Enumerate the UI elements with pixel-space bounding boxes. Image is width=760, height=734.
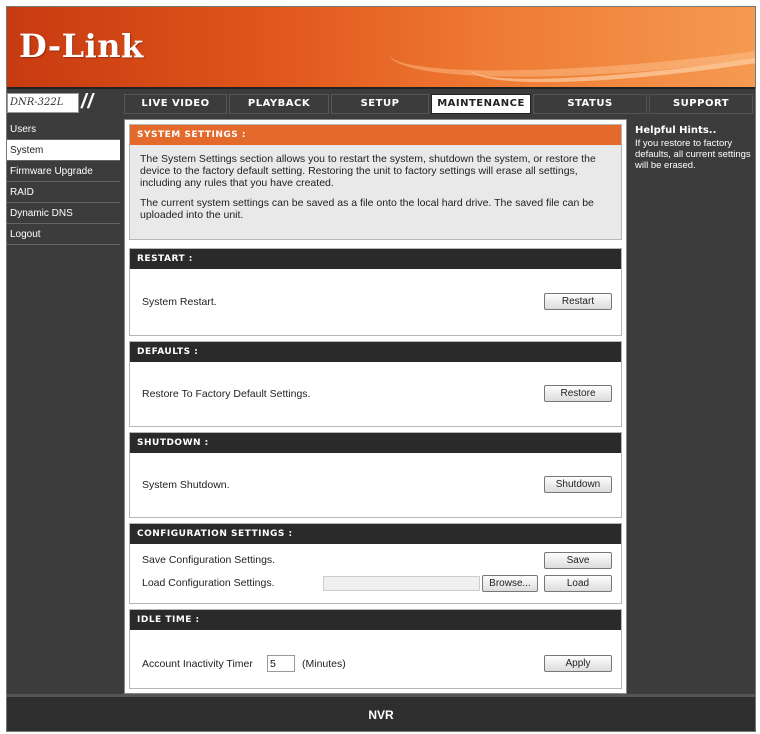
tab-live-video[interactable]: LIVE VIDEO: [124, 94, 227, 114]
section-title: RESTART :: [130, 249, 621, 269]
top-nav: DNR-322L // LIVE VIDEO PLAYBACK SETUP MA…: [7, 87, 755, 117]
restore-button[interactable]: Restore: [544, 385, 612, 402]
defaults-section: DEFAULTS : Restore To Factory Default Se…: [129, 341, 622, 427]
restore-defaults-label: Restore To Factory Default Settings.: [142, 388, 311, 400]
shutdown-label: System Shutdown.: [142, 479, 230, 491]
shutdown-section: SHUTDOWN : System Shutdown. Shutdown: [129, 432, 622, 518]
slash-decoration-icon: //: [81, 91, 95, 113]
model-badge: DNR-322L: [7, 93, 79, 113]
section-title: SHUTDOWN :: [130, 433, 621, 453]
sidebar-item-system[interactable]: System: [7, 140, 120, 161]
intro-paragraph: The System Settings section allows you t…: [140, 153, 596, 189]
restart-button[interactable]: Restart: [544, 293, 612, 310]
hints-title: Helpful Hints..: [635, 125, 717, 136]
inactivity-timer-input[interactable]: 5: [267, 655, 295, 672]
helpful-hints-panel: Helpful Hints.. If you restore to factor…: [631, 119, 755, 694]
idle-time-section: IDLE TIME : Account Inactivity Timer 5 (…: [129, 609, 622, 689]
configuration-section: CONFIGURATION SETTINGS : Save Configurat…: [129, 523, 622, 604]
footer: NVR: [7, 694, 755, 731]
sidebar-item-firmware-upgrade[interactable]: Firmware Upgrade: [7, 161, 120, 182]
intro-paragraph: The current system settings can be saved…: [140, 197, 594, 221]
save-config-label: Save Configuration Settings.: [142, 554, 276, 566]
load-button[interactable]: Load: [544, 575, 612, 592]
hints-body: If you restore to factory defaults, all …: [635, 138, 751, 171]
minutes-unit-label: (Minutes): [302, 658, 346, 670]
app-frame: D-Link DNR-322L // LIVE VIDEO PLAYBACK S…: [6, 6, 756, 732]
tab-status[interactable]: STATUS: [533, 94, 647, 114]
sidebar: Users System Firmware Upgrade RAID Dynam…: [7, 119, 120, 694]
section-title: CONFIGURATION SETTINGS :: [130, 524, 621, 544]
section-title: SYSTEM SETTINGS :: [130, 125, 621, 145]
tab-support[interactable]: SUPPORT: [649, 94, 753, 114]
main-panel: SYSTEM SETTINGS : The System Settings se…: [124, 119, 627, 694]
inactivity-timer-label: Account Inactivity Timer: [142, 658, 253, 670]
apply-button[interactable]: Apply: [544, 655, 612, 672]
dlink-logo: D-Link: [19, 27, 144, 65]
section-title: IDLE TIME :: [130, 610, 621, 630]
system-settings-intro: SYSTEM SETTINGS : The System Settings se…: [129, 124, 622, 240]
config-file-input[interactable]: [323, 576, 480, 591]
tab-playback[interactable]: PLAYBACK: [229, 94, 329, 114]
tab-setup[interactable]: SETUP: [331, 94, 429, 114]
section-title: DEFAULTS :: [130, 342, 621, 362]
sidebar-item-logout[interactable]: Logout: [7, 224, 120, 245]
restart-label: System Restart.: [142, 296, 217, 308]
restart-section: RESTART : System Restart. Restart: [129, 248, 622, 336]
save-button[interactable]: Save: [544, 552, 612, 569]
header-banner: D-Link: [7, 7, 755, 87]
shutdown-button[interactable]: Shutdown: [544, 476, 612, 493]
browse-button[interactable]: Browse...: [482, 575, 538, 592]
tab-maintenance[interactable]: MAINTENANCE: [431, 94, 531, 114]
sidebar-item-users[interactable]: Users: [7, 119, 120, 140]
sidebar-item-raid[interactable]: RAID: [7, 182, 120, 203]
load-config-label: Load Configuration Settings.: [142, 577, 275, 589]
sidebar-item-dynamic-dns[interactable]: Dynamic DNS: [7, 203, 120, 224]
